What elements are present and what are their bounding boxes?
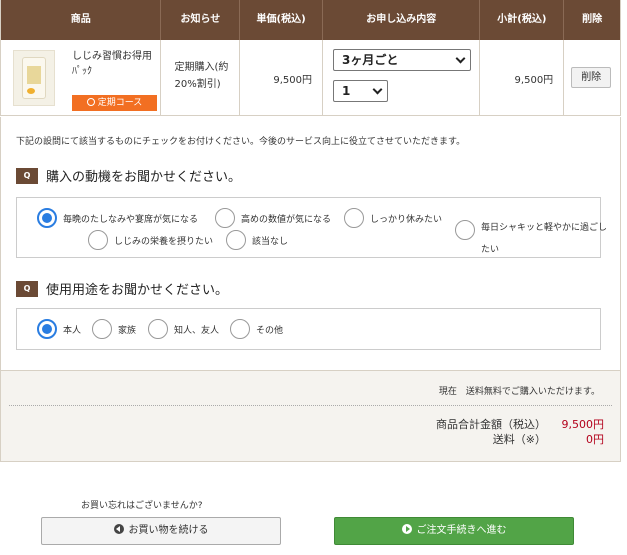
- header-unit-price: 単価(税込): [240, 0, 323, 40]
- radio-button[interactable]: [455, 220, 475, 240]
- shipping-label: 送料（※）: [492, 433, 546, 446]
- subtotal-row: 商品合計金額（税込） 9,500円: [436, 416, 604, 432]
- line-subtotal: 9,500円: [514, 75, 554, 86]
- radio-button[interactable]: [148, 319, 168, 339]
- header-notice: お知らせ: [161, 0, 241, 40]
- option-high-values[interactable]: 高めの数値が気になる: [215, 208, 331, 228]
- option-label: しじみの栄養を摂りたい: [114, 236, 214, 247]
- delete-cell: 削除: [564, 40, 620, 116]
- radio-button[interactable]: [92, 319, 112, 339]
- proceed-checkout-label: ご注文手続きへ進む: [416, 525, 507, 536]
- question-1-heading: Q 購入の動機をお聞かせください。: [16, 166, 241, 185]
- option-label: 毎晩のたしなみや宴席が気になる: [63, 214, 199, 225]
- option-label: 高めの数値が気になる: [241, 214, 332, 225]
- subscription-course-badge: 定期コース: [72, 95, 157, 111]
- quantity-select[interactable]: 1: [332, 80, 388, 102]
- forgot-items-text: お買い忘れはございませんか?: [81, 501, 203, 511]
- question-2-title: 使用用途をお聞かせください。: [46, 283, 229, 298]
- header-subtotal: 小計(税込): [480, 0, 565, 40]
- unit-price-cell: 9,500円: [240, 40, 323, 116]
- radio-button[interactable]: [37, 208, 57, 228]
- quantity-value: 1: [341, 84, 351, 98]
- product-name[interactable]: しじみ習慣お得用ﾊﾟｯｸ: [72, 49, 160, 79]
- option-label: 知人、友人: [174, 325, 220, 336]
- delivery-interval-select[interactable]: 3ヶ月ごと: [332, 49, 471, 71]
- shipping-value: 0円: [586, 433, 604, 446]
- option-rest-well[interactable]: しっかり休みたい: [344, 208, 442, 228]
- subtotal-cell: 9,500円: [480, 40, 565, 116]
- subtotal-value: 9,500円: [561, 418, 605, 431]
- header-order-details: お申し込み内容: [323, 0, 481, 40]
- radio-button[interactable]: [215, 208, 235, 228]
- shipping-note: 現在 送料無料でご購入いただけます。: [438, 387, 600, 397]
- option-label: その他: [256, 325, 284, 336]
- chevron-down-icon: [372, 84, 383, 95]
- option-feel-light[interactable]: 毎日シャキッと軽やかに過ごしたい: [455, 208, 609, 255]
- proceed-checkout-button[interactable]: ご注文手続きへ進む: [334, 517, 574, 545]
- option-friend[interactable]: 知人、友人: [148, 319, 219, 339]
- question-1-options: 毎晩のたしなみや宴席が気になる 高めの数値が気になる しっかり休みたい 毎日シャ…: [16, 197, 607, 258]
- arrow-left-icon: [113, 524, 124, 534]
- radio-button[interactable]: [88, 230, 108, 250]
- radio-button[interactable]: [37, 319, 57, 339]
- notice-cell: 定期購入(約20%割引): [161, 40, 241, 116]
- option-shijimi-nutrition[interactable]: しじみの栄養を摂りたい: [88, 230, 213, 250]
- question-badge: Q: [16, 280, 38, 297]
- question-2-options: 本人 家族 知人、友人 その他: [16, 308, 601, 350]
- notice-text: 定期購入(約20%割引): [174, 62, 229, 90]
- course-label: 定期コース: [97, 98, 143, 108]
- product-image[interactable]: [13, 50, 55, 106]
- option-none[interactable]: 該当なし: [226, 230, 288, 250]
- question-badge: Q: [16, 167, 38, 184]
- radio-button[interactable]: [344, 208, 364, 228]
- chevron-down-icon: [455, 53, 466, 64]
- divider: [9, 405, 612, 406]
- order-details-cell: 3ヶ月ごと 1: [323, 40, 481, 116]
- unit-price: 9,500円: [273, 75, 312, 86]
- cart-table-header: 商品 お知らせ 単価(税込) お申し込み内容 小計(税込) 削除: [1, 0, 620, 40]
- header-delete: 削除: [582, 14, 603, 25]
- radio-button[interactable]: [230, 319, 250, 339]
- survey-intro: 下記の設問にて該当するものにチェックをお付けください。今後のサービス向上に役立て…: [16, 137, 466, 147]
- header-product: 商品: [1, 0, 162, 40]
- arrow-right-icon: [401, 524, 412, 534]
- table-row: しじみ習慣お得用ﾊﾟｯｸ 定期コース 定期購入(約20%割引) 9,500円 3…: [1, 40, 620, 116]
- option-self[interactable]: 本人: [37, 319, 81, 339]
- option-label: 毎日シャキッと軽やかに過ごしたい: [481, 223, 608, 255]
- option-label: 本人: [63, 325, 82, 336]
- option-label: しっかり休みたい: [370, 214, 443, 225]
- option-other[interactable]: その他: [230, 319, 283, 339]
- cart-table: 商品 お知らせ 単価(税込) お申し込み内容 小計(税込) 削除 しじみ習慣お得…: [0, 0, 621, 116]
- survey-section: 下記の設問にて該当するものにチェックをお付けください。今後のサービス向上に役立て…: [0, 117, 621, 370]
- shipping-row: 送料（※） 0円: [493, 431, 604, 447]
- question-1-title: 購入の動機をお聞かせください。: [46, 170, 242, 185]
- product-cell: しじみ習慣お得用ﾊﾟｯｸ 定期コース: [1, 40, 162, 116]
- continue-shopping-label: お買い物を続ける: [128, 525, 209, 536]
- subtotal-label: 商品合計金額（税込）: [436, 418, 546, 431]
- continue-shopping-button[interactable]: お買い物を続ける: [41, 517, 281, 545]
- delivery-interval-value: 3ヶ月ごと: [341, 53, 399, 67]
- question-2-heading: Q 使用用途をお聞かせください。: [16, 279, 228, 298]
- radio-button[interactable]: [226, 230, 246, 250]
- option-family[interactable]: 家族: [92, 319, 136, 339]
- option-evening-drinks[interactable]: 毎晩のたしなみや宴席が気になる: [37, 208, 198, 228]
- option-label: 家族: [118, 325, 137, 336]
- option-label: 該当なし: [252, 236, 289, 247]
- order-totals: 現在 送料無料でご購入いただけます。 商品合計金額（税込） 9,500円 送料（…: [0, 370, 621, 462]
- delete-button[interactable]: 削除: [571, 67, 612, 88]
- refresh-icon: [86, 98, 95, 106]
